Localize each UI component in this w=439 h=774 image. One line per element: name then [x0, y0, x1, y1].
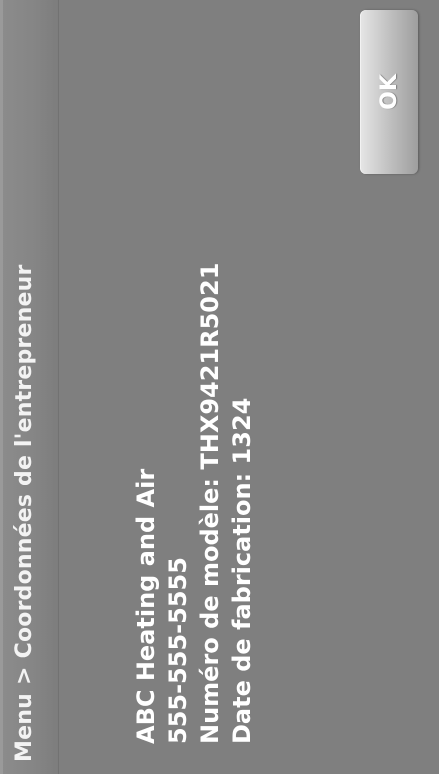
breadcrumb: Menu > Coordonnées de l'entrepreneur: [12, 265, 37, 763]
ok-button[interactable]: OK: [360, 10, 418, 174]
manufacture-date: Date de fabrication: 1324: [228, 397, 256, 744]
model-number: Numéro de modèle: THX9421R5021: [196, 262, 224, 744]
thermostat-screen: Menu > Coordonnées de l'entrepreneur ABC H…: [0, 0, 439, 774]
header-top-line: [0, 0, 3, 774]
ok-button-label: OK: [376, 74, 402, 110]
contractor-name: ABC Heating and Air: [132, 468, 160, 744]
breadcrumb-separator: >: [12, 666, 37, 686]
breadcrumb-menu-link[interactable]: Menu: [12, 693, 37, 762]
contractor-info: ABC Heating and Air 555-555-5555 Numéro …: [130, 184, 258, 744]
contractor-phone: 555-555-5555: [164, 557, 192, 744]
page-title: Coordonnées de l'entrepreneur: [12, 264, 37, 659]
header-bar: Menu > Coordonnées de l'entrepreneur: [0, 0, 59, 774]
rotated-display-frame: Menu > Coordonnées de l'entrepreneur ABC H…: [0, 0, 439, 774]
